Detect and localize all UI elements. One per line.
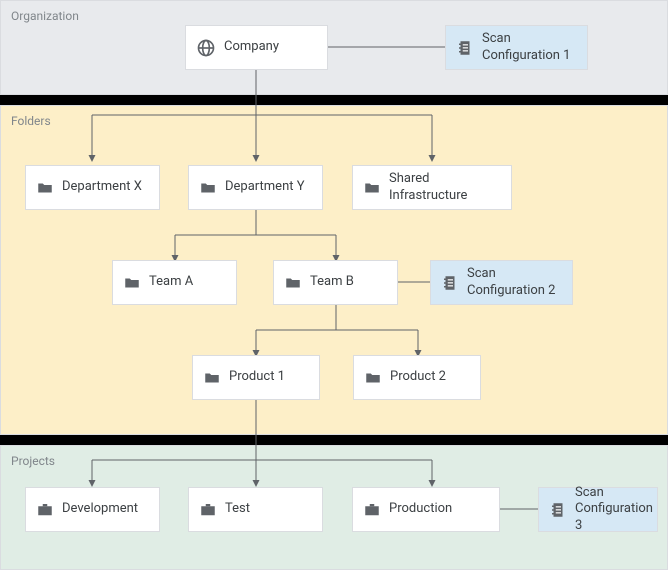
product-1-label: Product 1 <box>229 369 285 385</box>
development-node: Development <box>25 487 160 532</box>
folder-icon <box>364 369 382 387</box>
scan-config-3-label: ScanConfiguration 3 <box>575 485 653 534</box>
department-x-label: Department X <box>62 179 142 195</box>
document-icon <box>549 501 567 519</box>
scan-config-2-label: ScanConfiguration 2 <box>467 266 556 299</box>
document-icon <box>456 39 474 57</box>
production-label: Production <box>389 501 452 517</box>
team-a-label: Team A <box>149 274 193 290</box>
folder-icon <box>284 274 302 292</box>
folder-icon <box>203 369 221 387</box>
folders-band-label: Folders <box>11 114 51 128</box>
organization-band-label: Organization <box>11 9 79 23</box>
scan-config-2-node: ScanConfiguration 2 <box>430 260 573 305</box>
scan-config-1-node: ScanConfiguration 1 <box>445 25 588 70</box>
development-label: Development <box>62 501 138 517</box>
band-divider <box>0 95 668 105</box>
production-node: Production <box>352 487 500 532</box>
folder-icon <box>199 179 217 197</box>
shared-infra-node: SharedInfrastructure <box>352 165 512 210</box>
test-node: Test <box>188 487 323 532</box>
product-2-label: Product 2 <box>390 369 446 385</box>
band-divider <box>0 435 668 445</box>
team-b-label: Team B <box>310 274 354 290</box>
product-2-node: Product 2 <box>353 355 481 400</box>
department-y-label: Department Y <box>225 179 305 195</box>
company-label: Company <box>224 39 279 55</box>
team-a-node: Team A <box>112 260 237 305</box>
globe-icon <box>196 38 216 58</box>
briefcase-icon <box>36 501 54 519</box>
scan-config-1-label: ScanConfiguration 1 <box>482 31 571 64</box>
briefcase-icon <box>199 501 217 519</box>
scan-config-3-node: ScanConfiguration 3 <box>538 487 658 532</box>
test-label: Test <box>225 501 250 517</box>
folder-icon <box>123 274 141 292</box>
department-x-node: Department X <box>25 165 160 210</box>
projects-band-label: Projects <box>11 454 55 468</box>
shared-infra-label: SharedInfrastructure <box>389 171 467 204</box>
diagram-stage: Organization Folders Projects <box>0 0 668 570</box>
company-node: Company <box>185 25 328 70</box>
department-y-node: Department Y <box>188 165 323 210</box>
team-b-node: Team B <box>273 260 398 305</box>
document-icon <box>441 274 459 292</box>
product-1-node: Product 1 <box>192 355 320 400</box>
briefcase-icon <box>363 501 381 519</box>
folder-icon <box>36 179 54 197</box>
folder-icon <box>363 179 381 197</box>
